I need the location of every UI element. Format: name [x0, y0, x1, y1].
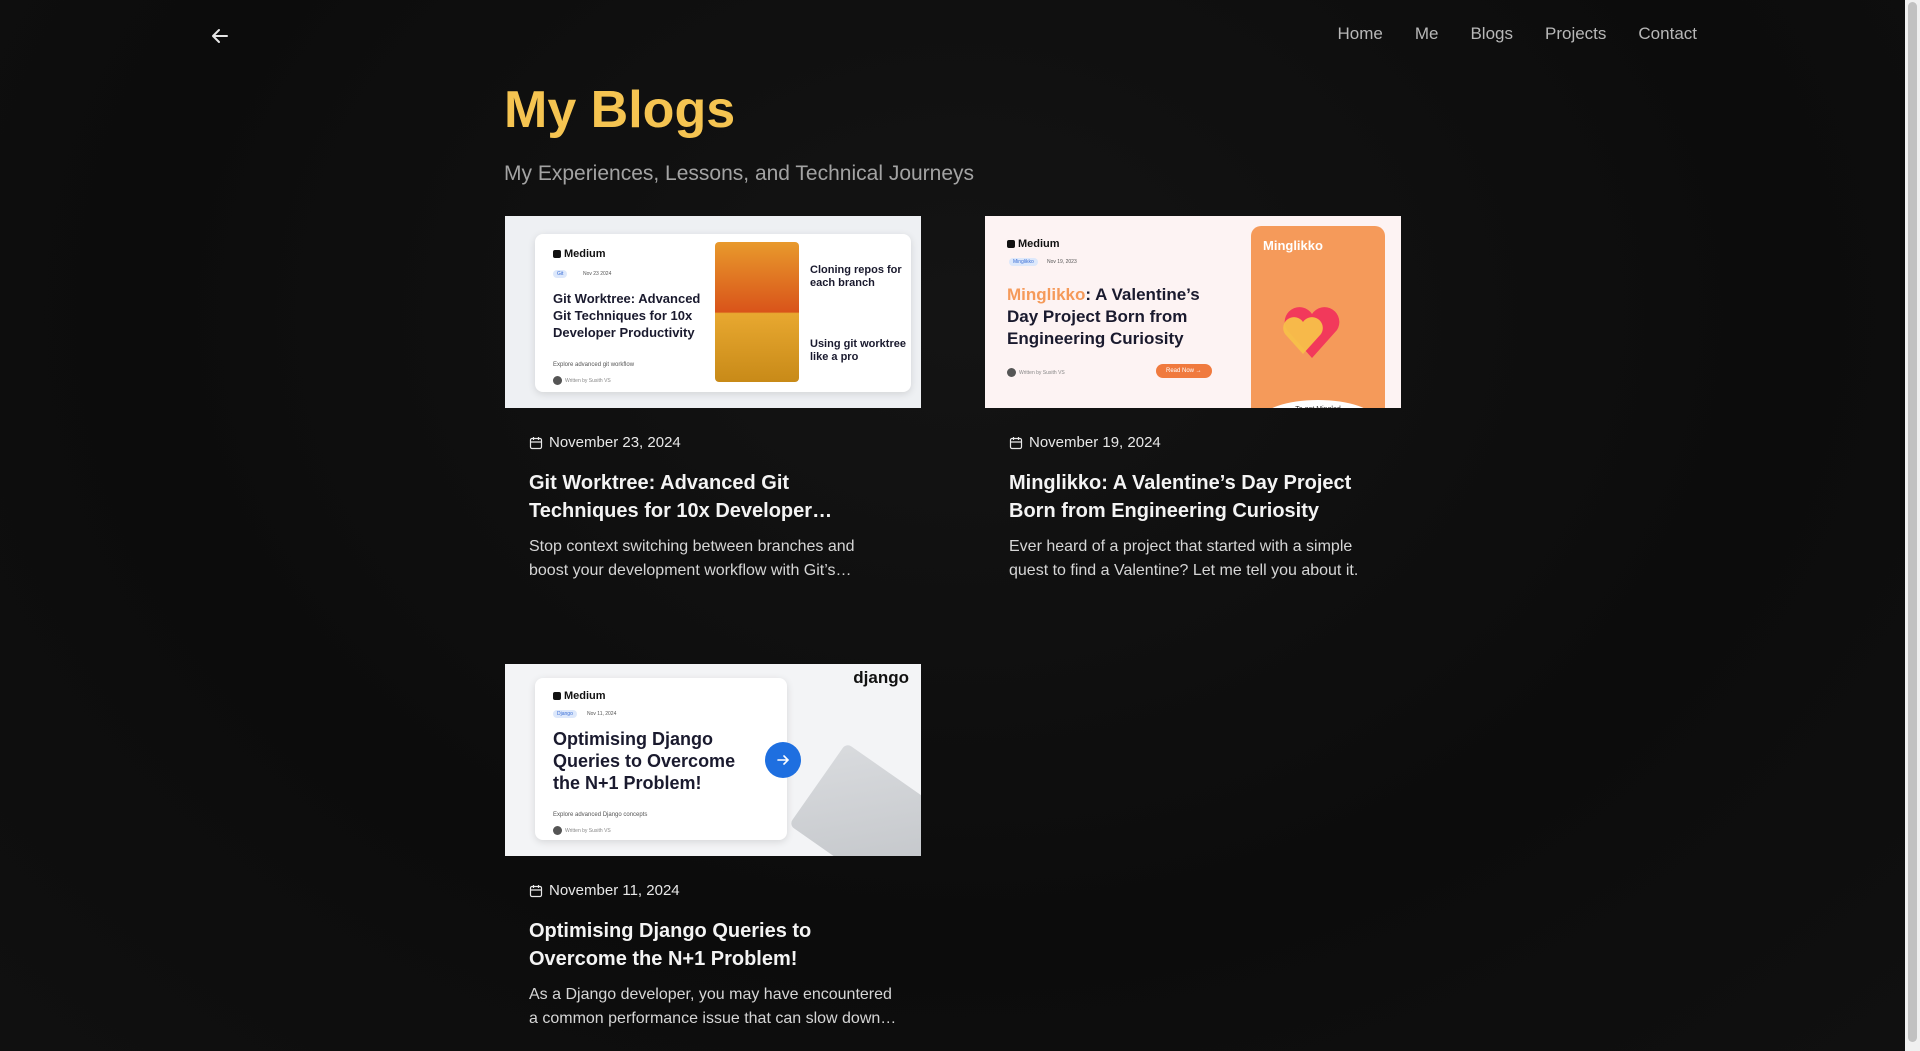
phone-title: Minglikko	[1263, 238, 1323, 253]
post-title[interactable]: Minglikko: A Valentine’s Day Project Bor…	[1009, 469, 1377, 525]
scrollbar[interactable]	[1905, 0, 1920, 1051]
calendar-icon	[529, 884, 543, 897]
calendar-icon	[1009, 436, 1023, 449]
thumb-sub: Explore advanced git workflow	[553, 362, 635, 368]
nav-home[interactable]: Home	[1337, 24, 1382, 44]
meme-caption-top: Cloning repos for each branch	[810, 264, 902, 289]
thumb-read-button: Read Now →	[1156, 364, 1212, 378]
phone-mockup: Minglikko To get Mingled	[1251, 226, 1385, 408]
top-nav: Home Me Blogs Projects Contact	[1337, 24, 1697, 44]
nav-contact[interactable]: Contact	[1638, 24, 1697, 44]
post-date: November 19, 2024	[1009, 434, 1377, 451]
post-excerpt: As a Django developer, you may have enco…	[529, 986, 892, 1027]
blog-thumbnail: Medium Minglikko Nov 19, 2023 Minglikko:…	[985, 216, 1401, 408]
meme-caption-bottom: Using git worktree like a pro	[810, 338, 906, 363]
nav-projects[interactable]: Projects	[1545, 24, 1606, 44]
post-date-text: November 23, 2024	[549, 434, 681, 451]
medium-logo: Medium	[553, 248, 606, 260]
page-title: My Blogs	[504, 81, 736, 139]
thumb-sub: Explore advanced Django concepts	[553, 812, 648, 818]
thumb-author: Written by Susith VS	[553, 826, 611, 835]
thumb-headline-accent: Minglikko	[1007, 285, 1086, 304]
post-excerpt: Stop context switching between branches …	[529, 538, 855, 579]
medium-logo: Medium	[1007, 238, 1060, 250]
blog-card-django[interactable]: Medium Django Nov 11, 2024 Optimising Dj…	[505, 664, 921, 1031]
post-title[interactable]: Optimising Django Queries to Overcome th…	[529, 917, 897, 973]
thumbnail-card: Medium Git Nov 23 2024 Git Worktree: Adv…	[535, 234, 911, 392]
post-date: November 23, 2024	[529, 434, 897, 451]
post-title[interactable]: Git Worktree: Advanced Git Techniques fo…	[529, 469, 897, 525]
phone-footer: To get Mingled	[1261, 400, 1375, 408]
django-logo: django	[853, 668, 909, 687]
thumb-author: Written by Susith VS	[1007, 368, 1065, 377]
thumb-tag: Django	[553, 710, 577, 718]
thumb-date: Nov 19, 2023	[1047, 259, 1077, 265]
thumb-arrow-button	[765, 742, 801, 778]
blog-thumbnail: Medium Git Nov 23 2024 Git Worktree: Adv…	[505, 216, 921, 408]
post-date-text: November 11, 2024	[549, 882, 680, 899]
page-subtitle: My Experiences, Lessons, and Technical J…	[504, 162, 975, 185]
thumb-tag: Git	[553, 270, 568, 278]
post-excerpt: Ever heard of a project that started wit…	[1009, 538, 1359, 579]
meme-image	[715, 242, 799, 382]
thumb-tag: Minglikko	[1009, 258, 1038, 266]
scrollbar-thumb[interactable]	[1908, 2, 1917, 1042]
laptop-image	[788, 742, 921, 856]
blog-card-minglikko[interactable]: Medium Minglikko Nov 19, 2023 Minglikko:…	[985, 216, 1401, 583]
calendar-icon	[529, 436, 543, 449]
hearts-icon	[1283, 307, 1340, 358]
medium-logo: Medium	[553, 690, 606, 702]
blog-card-git-worktree[interactable]: Medium Git Nov 23 2024 Git Worktree: Adv…	[505, 216, 921, 583]
post-date-text: November 19, 2024	[1029, 434, 1161, 451]
back-button[interactable]	[206, 22, 234, 50]
thumb-headline: Optimising Django Queries to Overcome th…	[553, 729, 736, 793]
arrow-left-icon	[212, 29, 228, 43]
arrow-right-icon	[777, 755, 790, 765]
thumbnail-card: Medium Django Nov 11, 2024 Optimising Dj…	[535, 678, 787, 840]
blog-thumbnail: Medium Django Nov 11, 2024 Optimising Dj…	[505, 664, 921, 856]
nav-me[interactable]: Me	[1415, 24, 1439, 44]
thumb-headline: Minglikko: A Valentine’s Day Project Bor…	[1007, 284, 1227, 350]
thumb-date: Nov 23 2024	[583, 271, 612, 277]
thumb-headline: Git Worktree: Advanced Git Techniques fo…	[553, 291, 701, 340]
thumb-author: Written by Susith VS	[553, 376, 611, 385]
nav-blogs[interactable]: Blogs	[1470, 24, 1513, 44]
thumb-date: Nov 11, 2024	[587, 711, 617, 717]
post-date: November 11, 2024	[529, 882, 897, 899]
